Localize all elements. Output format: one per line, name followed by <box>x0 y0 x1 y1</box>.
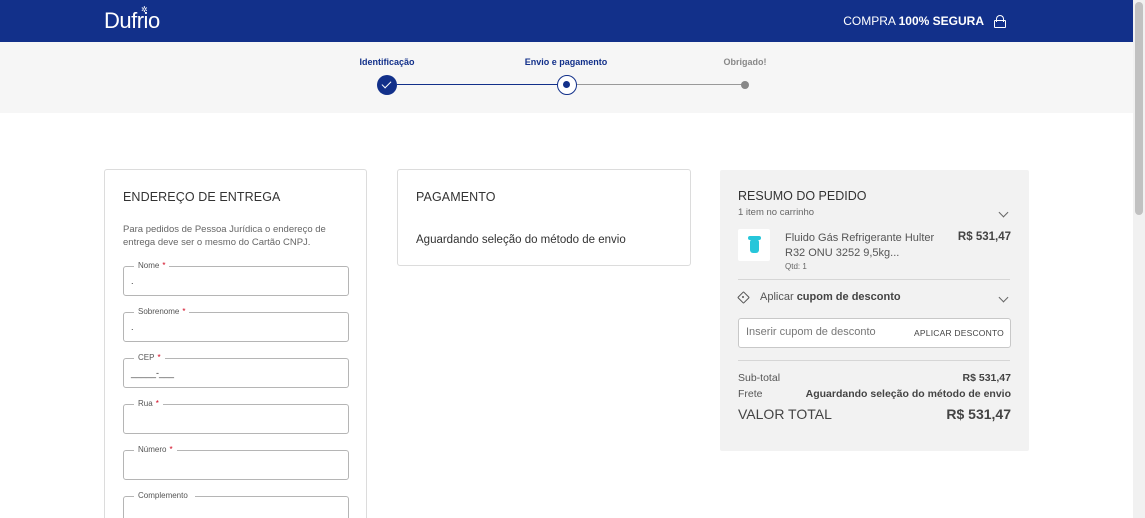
shipping-note: Para pedidos de Pessoa Jurídica o endere… <box>123 224 326 248</box>
cart-count: 1 item no carrinho <box>738 207 815 218</box>
secure-prefix: COMPRA <box>843 14 896 28</box>
sobrenome-value: . <box>131 322 134 332</box>
shipping-title: ENDEREÇO DE ENTREGA <box>123 190 281 204</box>
secure-purchase-badge: COMPRA 100% SEGURA <box>843 14 1006 28</box>
snowflake-icon: ✲ <box>141 5 148 14</box>
scrollbar-thumb[interactable] <box>1135 2 1143 215</box>
page-scrollbar[interactable] <box>1133 0 1145 518</box>
coupon-chevron-down-icon[interactable] <box>998 292 1009 303</box>
cep-value: _____-___ <box>131 368 175 378</box>
product-image <box>738 229 770 261</box>
total-label: VALOR TOTAL <box>738 406 832 422</box>
top-bar: Dufrio ✲ COMPRA 100% SEGURA <box>0 0 1133 42</box>
complemento-label: Complemento <box>134 491 195 501</box>
subtotal-label: Sub-total <box>738 372 781 384</box>
product-name[interactable]: Fluido Gás Refrigerante Hulter R32 ONU 3… <box>785 231 947 261</box>
step-done-check-icon[interactable] <box>377 75 397 95</box>
cep-field[interactable]: CEP * _____-___ <box>123 353 349 388</box>
step-connector-pending <box>577 84 742 85</box>
complemento-field[interactable]: Complemento <box>123 491 349 518</box>
step-label-obrigado: Obrigado! <box>723 57 767 67</box>
nome-value: . <box>131 276 134 286</box>
shipping-value: Aguardando seleção do método de envio <box>805 388 1011 400</box>
coupon-toggle-label: Aplicar cupom de desconto <box>760 291 901 303</box>
secure-text: COMPRA 100% SEGURA <box>843 14 984 28</box>
step-pending-dot <box>741 81 749 89</box>
logo-text: Dufrio <box>104 8 160 33</box>
dufrio-logo[interactable]: Dufrio ✲ <box>104 5 160 34</box>
tag-icon <box>737 290 751 304</box>
payment-status: Aguardando seleção do método de envio <box>416 234 626 246</box>
divider <box>738 360 1010 361</box>
numero-label: Número * <box>134 445 177 455</box>
chevron-down-icon[interactable] <box>998 207 1009 218</box>
order-summary: RESUMO DO PEDIDO 1 item no carrinho Flui… <box>720 170 1029 451</box>
rua-label: Rua * <box>134 399 163 409</box>
secure-bold: 100% SEGURA <box>898 14 984 28</box>
step-label-envio-pagamento: Envio e pagamento <box>524 57 608 67</box>
step-active-dot <box>557 75 577 95</box>
summary-title: RESUMO DO PEDIDO <box>738 189 867 203</box>
coupon-toggle[interactable]: Aplicar cupom de desconto <box>737 290 901 304</box>
coupon-box: APLICAR DESCONTO <box>738 318 1011 348</box>
rua-field[interactable]: Rua * <box>123 399 349 434</box>
product-qty: Qtd: 1 <box>785 262 807 271</box>
sobrenome-field[interactable]: Sobrenome * . <box>123 307 349 342</box>
coupon-input[interactable] <box>746 326 916 338</box>
shipping-label: Frete <box>738 388 763 400</box>
step-connector-done <box>397 84 557 85</box>
shipping-row: Frete Aguardando seleção do método de en… <box>738 388 1011 400</box>
checkout-stepper: Identificação Envio e pagamento Obrigado… <box>0 42 1133 113</box>
nome-field[interactable]: Nome * . <box>123 261 349 296</box>
cep-label: CEP * <box>134 353 165 363</box>
nome-label: Nome * <box>134 261 170 271</box>
total-row: VALOR TOTAL R$ 531,47 <box>738 406 1011 422</box>
payment-card: PAGAMENTO Aguardando seleção do método d… <box>397 169 691 266</box>
total-value: R$ 531,47 <box>946 406 1011 422</box>
payment-title: PAGAMENTO <box>416 190 496 204</box>
subtotal-row: Sub-total R$ 531,47 <box>738 372 1011 384</box>
product-price: R$ 531,47 <box>957 231 1011 243</box>
sobrenome-label: Sobrenome * <box>134 307 190 317</box>
lock-icon <box>994 14 1006 28</box>
shipping-address-card: ENDEREÇO DE ENTREGA Para pedidos de Pess… <box>104 169 367 518</box>
step-label-identificacao[interactable]: Identificação <box>359 57 414 67</box>
numero-field[interactable]: Número * <box>123 445 349 480</box>
apply-coupon-button[interactable]: APLICAR DESCONTO <box>914 328 1004 338</box>
subtotal-value: R$ 531,47 <box>962 372 1011 384</box>
divider <box>738 279 1010 280</box>
